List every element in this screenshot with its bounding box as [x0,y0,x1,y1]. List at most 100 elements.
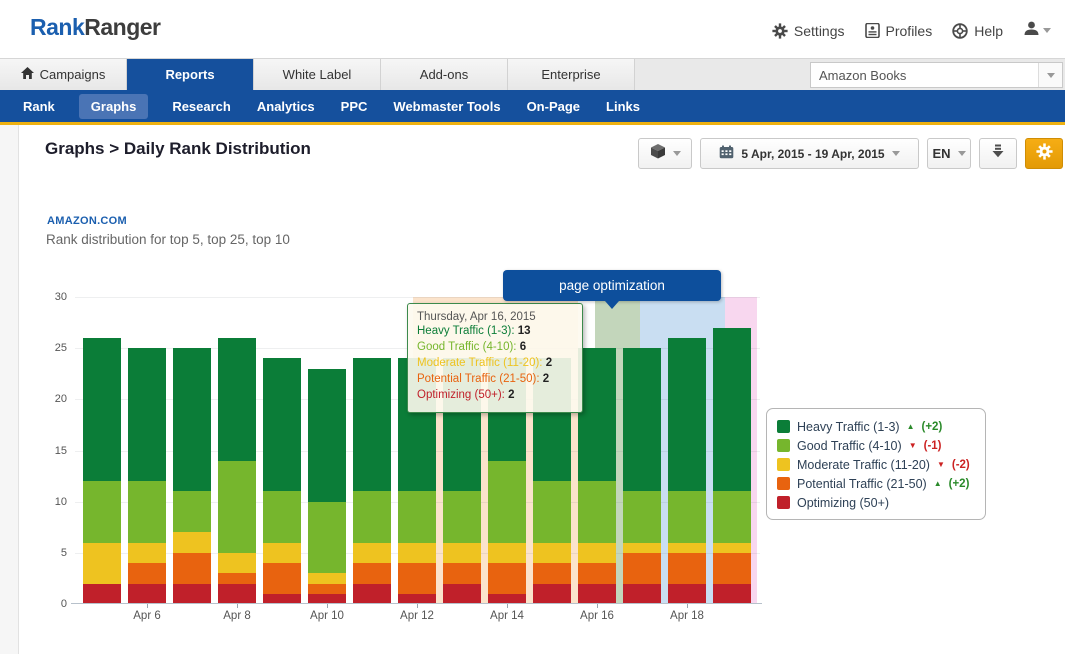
bar-segment[interactable] [353,563,391,583]
bar-segment[interactable] [488,461,526,543]
bar-segment[interactable] [173,584,211,604]
legend-item-moderate[interactable]: Moderate Traffic (11-20) ▼ (-2) [777,455,975,474]
tab-reports[interactable]: Reports [127,59,254,91]
tab-add-ons[interactable]: Add-ons [381,59,508,91]
subnav-links[interactable]: Links [604,94,642,119]
bar-segment[interactable] [308,502,346,574]
bar-segment[interactable] [128,348,166,481]
bar-segment[interactable] [713,543,751,553]
campaign-selector-caret[interactable] [1038,63,1062,87]
bar-segment[interactable] [533,584,571,604]
bar-segment[interactable] [713,328,751,492]
bar-segment[interactable] [353,491,391,542]
bar-segment[interactable] [623,584,661,604]
campaign-selector[interactable]: Amazon Books [810,62,1063,88]
bar-segment[interactable] [533,563,571,583]
bar-segment[interactable] [488,543,526,563]
bar-segment[interactable] [443,491,481,542]
bar-segment[interactable] [443,584,481,604]
bar-segment[interactable] [668,584,706,604]
profiles-link[interactable]: Profiles [865,23,933,39]
user-menu[interactable] [1023,20,1051,41]
bar-segment[interactable] [83,543,121,584]
subnav-research[interactable]: Research [170,94,233,119]
rankranger-logo[interactable]: RankRanger [30,14,161,41]
bar-segment[interactable] [623,543,661,553]
bar-segment[interactable] [218,584,256,604]
bar-segment[interactable] [218,461,256,553]
bar-segment[interactable] [128,543,166,563]
bar-segment[interactable] [668,338,706,492]
help-link[interactable]: Help [952,23,1003,39]
bar-segment[interactable] [83,338,121,481]
bar-segment[interactable] [128,481,166,542]
bar-segment[interactable] [218,553,256,573]
subnav-webmaster-tools[interactable]: Webmaster Tools [391,94,502,119]
bar-segment[interactable] [578,543,616,563]
bar-segment[interactable] [218,573,256,583]
bar-segment[interactable] [713,584,751,604]
bar-segment[interactable] [668,543,706,553]
bar-segment[interactable] [533,543,571,563]
bar-segment[interactable] [398,543,436,563]
bar-segment[interactable] [263,563,301,594]
bar-segment[interactable] [218,338,256,461]
collapsed-sidebar[interactable] [0,125,19,654]
language-selector[interactable]: EN [927,138,971,169]
bar-segment[interactable] [353,584,391,604]
tab-white-label[interactable]: White Label [254,59,381,91]
bar-segment[interactable] [443,543,481,563]
campaign-selector-value: Amazon Books [819,68,906,83]
bar-segment[interactable] [173,553,211,584]
bar-segment[interactable] [533,481,571,542]
chart-settings-button[interactable] [1025,138,1063,169]
bar-segment[interactable] [713,553,751,584]
bar-segment[interactable] [128,563,166,583]
bar-segment[interactable] [578,584,616,604]
tab-enterprise[interactable]: Enterprise [508,59,635,91]
settings-link[interactable]: Settings [772,23,845,39]
subnav-rank[interactable]: Rank [21,94,57,119]
bar-segment[interactable] [713,491,751,542]
bar-segment[interactable] [83,584,121,604]
bar-segment[interactable] [263,358,301,491]
bar-segment[interactable] [488,563,526,594]
bar-segment[interactable] [263,491,301,542]
subnav-on-page[interactable]: On-Page [525,94,582,119]
subnav-ppc[interactable]: PPC [339,94,370,119]
bar-segment[interactable] [128,584,166,604]
bar-segment[interactable] [443,563,481,583]
bar-segment[interactable] [308,573,346,583]
subnav-analytics[interactable]: Analytics [255,94,317,119]
bar-segment[interactable] [263,543,301,563]
tab-campaigns[interactable]: Campaigns [0,59,127,91]
bar-segment[interactable] [398,491,436,542]
bar-segment[interactable] [623,348,661,491]
bar-segment[interactable] [668,491,706,542]
legend-item-good[interactable]: Good Traffic (4-10) ▼ (-1) [777,436,975,455]
bar-segment[interactable] [398,563,436,594]
bar-segment[interactable] [173,348,211,491]
bar-segment[interactable] [578,481,616,542]
bar-segment[interactable] [623,491,661,542]
annotation-callout[interactable]: page optimization [503,270,721,301]
bar-segment[interactable] [353,543,391,563]
bar-segment[interactable] [173,491,211,532]
legend-item-optimizing[interactable]: Optimizing (50+) [777,493,975,512]
report-type-button[interactable] [638,138,692,169]
legend-item-potential[interactable]: Potential Traffic (21-50) ▲ (+2) [777,474,975,493]
site-label[interactable]: AMAZON.COM [47,215,127,227]
download-button[interactable] [979,138,1017,169]
subnav-graphs[interactable]: Graphs [79,94,149,119]
bar-segment[interactable] [578,348,616,481]
bar-segment[interactable] [173,532,211,552]
legend-item-heavy[interactable]: Heavy Traffic (1-3) ▲ (+2) [777,417,975,436]
bar-segment[interactable] [308,369,346,502]
bar-segment[interactable] [353,358,391,491]
bar-segment[interactable] [668,553,706,584]
bar-segment[interactable] [308,584,346,594]
bar-segment[interactable] [623,553,661,584]
bar-segment[interactable] [578,563,616,583]
bar-segment[interactable] [83,481,121,542]
date-range-picker[interactable]: 5 Apr, 2015 - 19 Apr, 2015 [700,138,919,169]
